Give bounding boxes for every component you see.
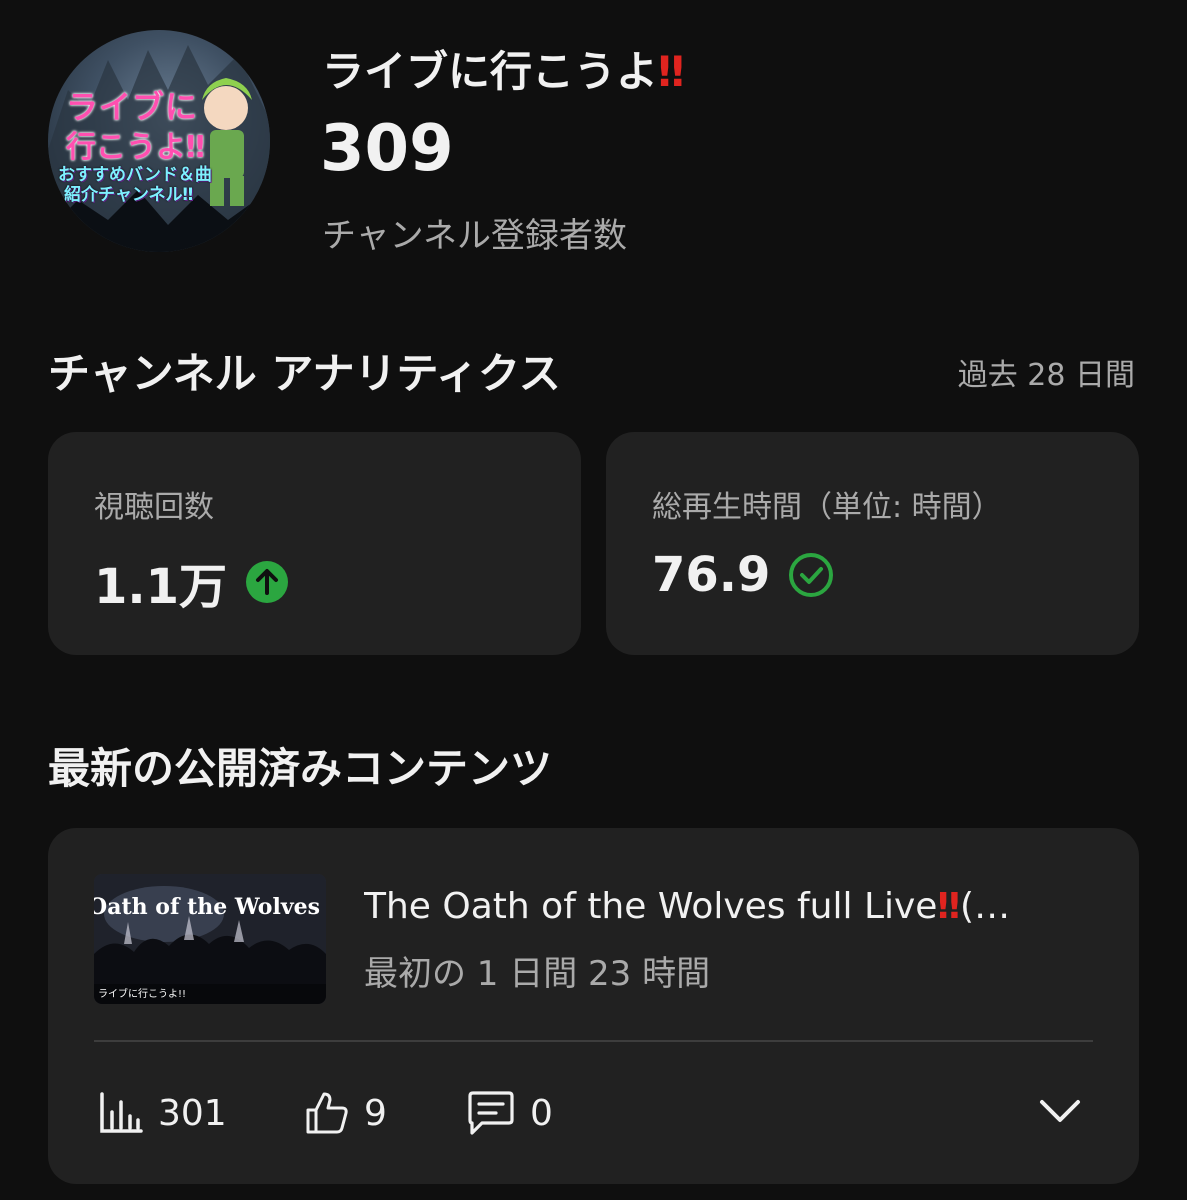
subscriber-count: 309 [320,112,454,186]
channel-name: ライブに行こうよ‼ [322,38,684,99]
analytics-title: チャンネル アナリティクス [48,349,561,398]
comments-count: 0 [530,1092,553,1134]
metric-card-views[interactable]: 視聴回数 1.1万 [48,432,581,655]
subscriber-label: チャンネル登録者数 [322,216,627,256]
check-circle-icon [789,553,834,597]
chevron-down-icon[interactable] [1039,1098,1081,1128]
metric-value-row: 1.1万 [94,547,289,617]
comments-stat: 0 [466,1090,553,1136]
metric-value: 76.9 [652,547,771,603]
avatar-text-line4: 紹介チャンネル‼ [64,185,194,205]
video-period: 最初の 1 日間 23 時間 [364,954,711,994]
double-exclamation-icon: ‼ [937,886,961,927]
thumbnail-title: The Oath of the Wolves [94,894,320,920]
thumbnail-footer: ライブに行こうよ!! [98,989,187,1000]
views-count: 301 [158,1092,227,1134]
bar-chart-icon [100,1092,143,1133]
views-stat: 301 [98,1090,227,1136]
latest-video-card[interactable]: The Oath of the Wolves ライブに行こうよ!! The Oa… [48,828,1139,1184]
arrow-up-circle-icon [246,561,289,603]
analytics-period: 過去 28 日間 [957,358,1135,393]
video-title[interactable]: The Oath of the Wolves full Live‼(… [364,886,1094,927]
video-thumbnail[interactable]: The Oath of the Wolves ライブに行こうよ!! [94,874,326,1004]
video-title-text: The Oath of the Wolves full Live [364,886,938,927]
channel-avatar[interactable]: ライブに 行こうよ‼ おすすめバンド＆曲 紹介チャンネル‼ [48,30,270,252]
metric-value-row: 76.9 [652,547,834,603]
double-exclamation-icon: ‼ [658,47,685,96]
metric-card-watch-time[interactable]: 総再生時間（単位: 時間） 76.9 [606,432,1139,655]
latest-content-title: 最新の公開済みコンテンツ [48,744,553,793]
channel-name-text: ライブに行こうよ [322,47,659,96]
thumbs-up-icon [306,1092,348,1134]
metric-label: 視聴回数 [94,490,214,525]
metric-value: 1.1万 [94,559,228,615]
comment-icon [468,1091,514,1135]
likes-count: 9 [364,1092,387,1134]
metric-label: 総再生時間（単位: 時間） [652,490,1002,525]
likes-stat: 9 [304,1090,387,1136]
video-title-tail: (… [960,886,1011,927]
card-divider [94,1040,1093,1042]
